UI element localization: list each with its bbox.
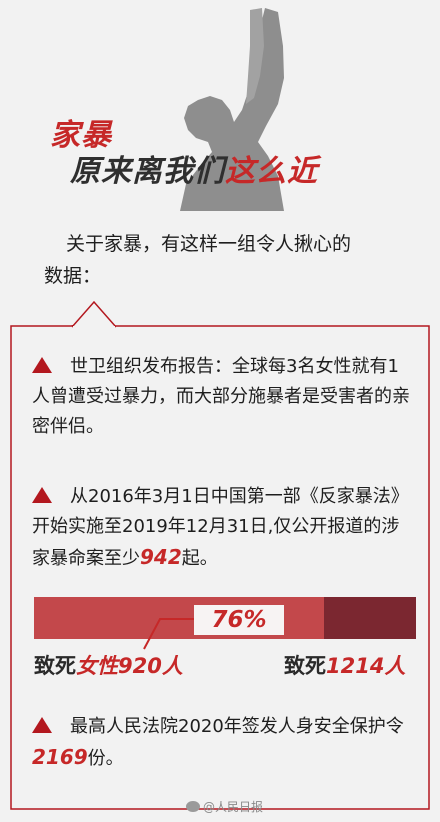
list-item-who-report: 世卫组织发布报告：全球每3名女性就有1人曾遭受过暴力，而大部分施暴者是受害者的亲… [32,352,416,442]
intro-line-1: 关于家暴，有这样一组令人揪心的 [66,233,352,255]
weibo-icon [186,801,200,812]
item-2-text-after: 起。 [181,548,218,569]
total-deaths-value: 1214人 [326,654,406,678]
infographic-page: 家暴 原来离我们这么近 关于家暴，有这样一组令人揪心的 数据： 世卫组织发布报告… [0,0,440,822]
title-line-2-highlight: 这么近 [225,154,318,189]
item-2-text: 从2016年3月1日中国第一部《反家暴法》开始实施至2019年12月31日,仅公… [32,486,409,569]
title-line-2-prefix: 原来离我们 [70,154,225,189]
speech-notch [72,300,116,328]
female-deaths-value: 女性920人 [76,654,183,678]
item-3-text-after: 份。 [87,748,124,769]
list-item-protection-orders: 最高人民法院2020年签发人身安全保护令 2169份。 [32,712,416,774]
total-deaths-label: 致死1214人 [284,650,405,680]
list-item-domestic-violence-cases: 从2016年3月1日中国第一部《反家暴法》开始实施至2019年12月31日,仅公… [32,482,416,574]
intro-line-2: 数据： [44,265,102,287]
item-1-text: 世卫组织发布报告：全球每3名女性就有1人曾遭受过暴力，而大部分施暴者是受害者的亲… [32,356,410,437]
triangle-bullet-icon [32,357,52,373]
female-deaths-prefix: 致死 [34,654,76,678]
remaining-share-bar [324,597,416,639]
total-deaths-prefix: 致死 [284,654,326,678]
watermark-text: @人民日报 [203,800,264,814]
triangle-bullet-icon [32,717,52,733]
female-deaths-label: 致死女性920人 [34,650,183,680]
item-2-number: 942 [140,545,182,569]
item-3-number: 2169 [32,745,88,769]
triangle-bullet-icon [32,487,52,503]
item-3-text: 最高人民法院2020年签发人身安全保护令 [70,716,404,737]
weibo-watermark: @人民日报 [186,798,263,815]
title-line-2: 原来离我们这么近 [70,146,318,190]
intro-paragraph: 关于家暴，有这样一组令人揪心的 数据： [44,228,408,292]
